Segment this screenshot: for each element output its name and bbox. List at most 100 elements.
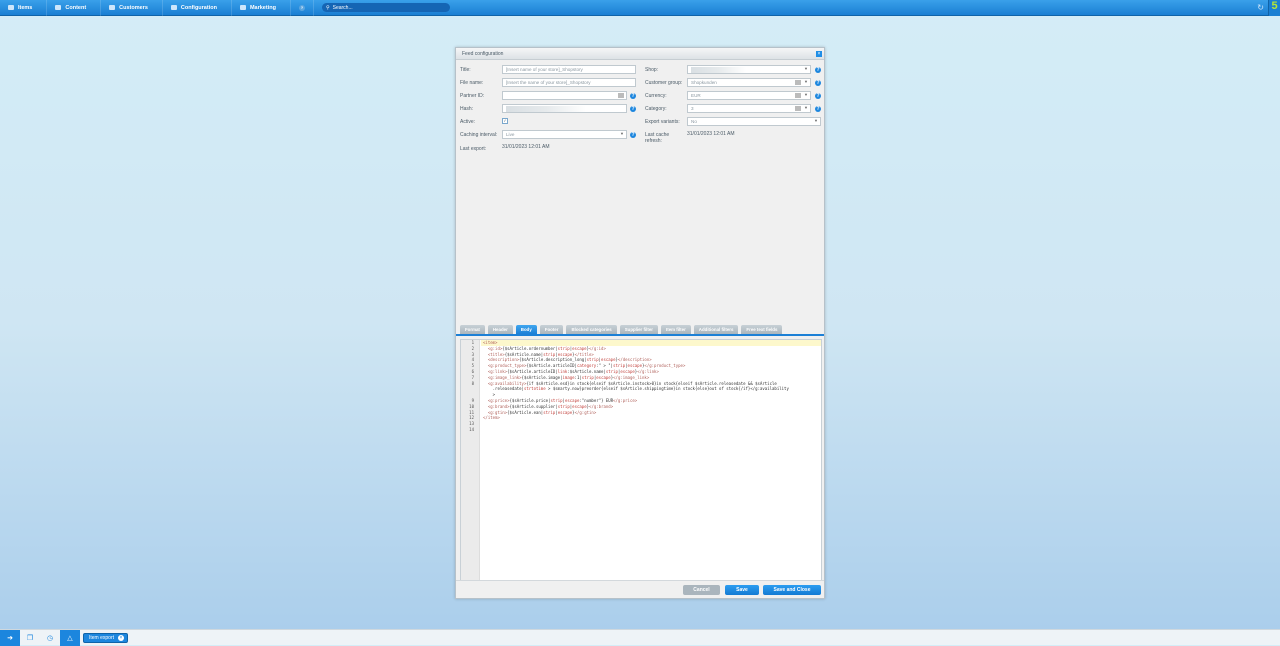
last-cache-value: 31/01/2023 12:01 AM xyxy=(687,131,735,137)
close-icon[interactable]: × xyxy=(118,634,125,641)
code-line: <g:availability>{if $sArticle.esd}in sto… xyxy=(487,380,789,398)
chevron-down-icon[interactable]: ▼ xyxy=(804,92,808,98)
caching-value: Live xyxy=(506,132,515,137)
code-content[interactable]: <item> <g:id>{$sArticle.ordernumber|stri… xyxy=(481,340,821,433)
customer-group-label: Customer group: xyxy=(645,80,683,86)
search-placeholder: Search... xyxy=(332,4,353,11)
help-icon[interactable]: ? xyxy=(630,106,636,112)
window-title: Feed configuration xyxy=(462,50,504,57)
hash-input[interactable] xyxy=(502,104,627,113)
nav-marketing[interactable]: Marketing xyxy=(232,0,291,16)
tab-footer[interactable]: Footer xyxy=(539,325,564,334)
currency-label: Currency: xyxy=(645,93,667,99)
logout-icon: ➜ xyxy=(7,634,13,642)
caching-interval-select[interactable]: Live ▼ xyxy=(502,130,627,139)
redacted-value xyxy=(691,67,746,73)
help-icon: ? xyxy=(298,4,305,11)
tab-divider xyxy=(456,334,824,336)
currency-value: EUR xyxy=(691,93,701,98)
close-icon: × xyxy=(817,51,821,57)
line-number: 14 xyxy=(469,426,474,432)
reload-icon[interactable]: ↻ xyxy=(1257,3,1264,12)
chevron-down-icon[interactable]: ▼ xyxy=(804,105,808,111)
export-variants-value: No xyxy=(691,119,697,124)
title-input[interactable]: [Insert name of your store]_Shopstory xyxy=(502,65,636,74)
nav-customers[interactable]: Customers xyxy=(101,0,163,16)
feed-configuration-window: Feed configuration × Title: [Insert name… xyxy=(455,47,825,599)
tab-body[interactable]: Body xyxy=(515,325,537,334)
top-navigation-bar: Items Content Customers Configuration Market… xyxy=(0,0,1280,16)
customer-group-value: Shopkunden xyxy=(691,80,717,85)
content-icon xyxy=(55,5,62,10)
notifications-button[interactable]: △ xyxy=(60,629,80,646)
windows-button[interactable]: ❐ xyxy=(20,630,40,646)
tab-blocked-categories[interactable]: Blocked categories xyxy=(566,325,617,334)
grid-icon[interactable] xyxy=(795,93,801,98)
nav-label: Items xyxy=(18,4,33,11)
tab-format[interactable]: Format xyxy=(460,325,485,334)
category-value: 3 xyxy=(691,106,694,111)
gear-icon xyxy=(170,5,177,10)
last-cache-label: Last cache refresh: xyxy=(645,132,670,144)
help-button[interactable]: ? xyxy=(291,0,314,16)
export-variants-select[interactable]: No ▼ xyxy=(687,117,821,126)
shopware-logo[interactable]: 5 xyxy=(1268,0,1280,16)
tab-free-text-fields[interactable]: Free text fields xyxy=(741,325,783,334)
items-icon xyxy=(8,5,14,10)
dashboard-button[interactable]: ◷ xyxy=(40,630,60,646)
save-button[interactable]: Save xyxy=(725,585,759,595)
tab-bar: Format Header Body Footer Blocked categories… xyxy=(460,325,783,334)
customer-group-select[interactable]: Shopkunden ▼ xyxy=(687,78,811,87)
last-export-label: Last export: xyxy=(460,146,487,152)
cancel-button[interactable]: Cancel xyxy=(683,585,720,595)
nav-label: Configuration xyxy=(180,4,217,11)
help-icon[interactable]: ? xyxy=(815,93,821,99)
nav-content[interactable]: Content xyxy=(47,0,102,16)
help-icon[interactable]: ? xyxy=(630,132,636,138)
chevron-down-icon[interactable]: ▼ xyxy=(804,79,808,85)
line-gutter: 1 2 3 4 5 6 7 8 9 10 11 12 13 14 xyxy=(461,340,480,580)
hash-label: Hash: xyxy=(460,106,474,112)
help-icon[interactable]: ? xyxy=(815,67,821,73)
tab-header[interactable]: Header xyxy=(487,325,513,334)
partner-id-input[interactable] xyxy=(502,91,627,100)
search-input[interactable]: ⚲ Search... xyxy=(321,3,450,12)
taskbar-item-export[interactable]: Item export × xyxy=(83,632,129,643)
shop-select[interactable]: ▼ xyxy=(687,65,811,74)
window-footer: Cancel Save Save and Close xyxy=(456,580,824,598)
customers-icon xyxy=(109,5,116,10)
close-button[interactable]: × xyxy=(816,51,822,57)
chevron-down-icon[interactable]: ▼ xyxy=(804,66,808,72)
clock-icon: ◷ xyxy=(46,634,54,642)
filename-input[interactable]: [Insert the name of your store]_Shopstor… xyxy=(502,78,636,87)
category-select[interactable]: 3 ▼ xyxy=(687,104,811,113)
tab-item-filter[interactable]: Item filter xyxy=(661,325,691,334)
window-header: Feed configuration xyxy=(456,48,824,60)
code-editor[interactable]: 1 2 3 4 5 6 7 8 9 10 11 12 13 14 <item> <g:id>{$sArti… xyxy=(460,339,822,581)
filename-label: File name: xyxy=(460,80,484,86)
nav-configuration[interactable]: Configuration xyxy=(163,0,232,16)
help-icon[interactable]: ? xyxy=(815,106,821,112)
grid-icon[interactable] xyxy=(618,93,624,98)
tab-supplier-filter[interactable]: Supplier filter xyxy=(619,325,659,334)
currency-select[interactable]: EUR ▼ xyxy=(687,91,811,100)
grid-icon[interactable] xyxy=(795,106,801,111)
logout-button[interactable]: ➜ xyxy=(0,629,20,646)
tab-additional-filters[interactable]: Additional filters xyxy=(693,325,739,334)
save-and-close-button[interactable]: Save and Close xyxy=(763,585,821,595)
redacted-value xyxy=(506,106,586,112)
nav-items[interactable]: Items xyxy=(0,0,48,16)
grid-icon[interactable] xyxy=(795,80,801,85)
active-label: Active: xyxy=(460,119,476,125)
active-checkbox[interactable]: ✓ xyxy=(502,118,508,124)
windows-icon: ❐ xyxy=(26,634,34,642)
caching-label: Caching interval: xyxy=(460,132,498,138)
chevron-down-icon[interactable]: ▼ xyxy=(620,131,624,137)
help-icon[interactable]: ? xyxy=(815,80,821,86)
help-icon[interactable]: ? xyxy=(630,93,636,99)
shop-label: Shop: xyxy=(645,67,659,73)
item-export-label: Item export xyxy=(89,634,115,641)
chevron-down-icon[interactable]: ▼ xyxy=(814,118,818,124)
marketing-icon xyxy=(239,5,246,10)
